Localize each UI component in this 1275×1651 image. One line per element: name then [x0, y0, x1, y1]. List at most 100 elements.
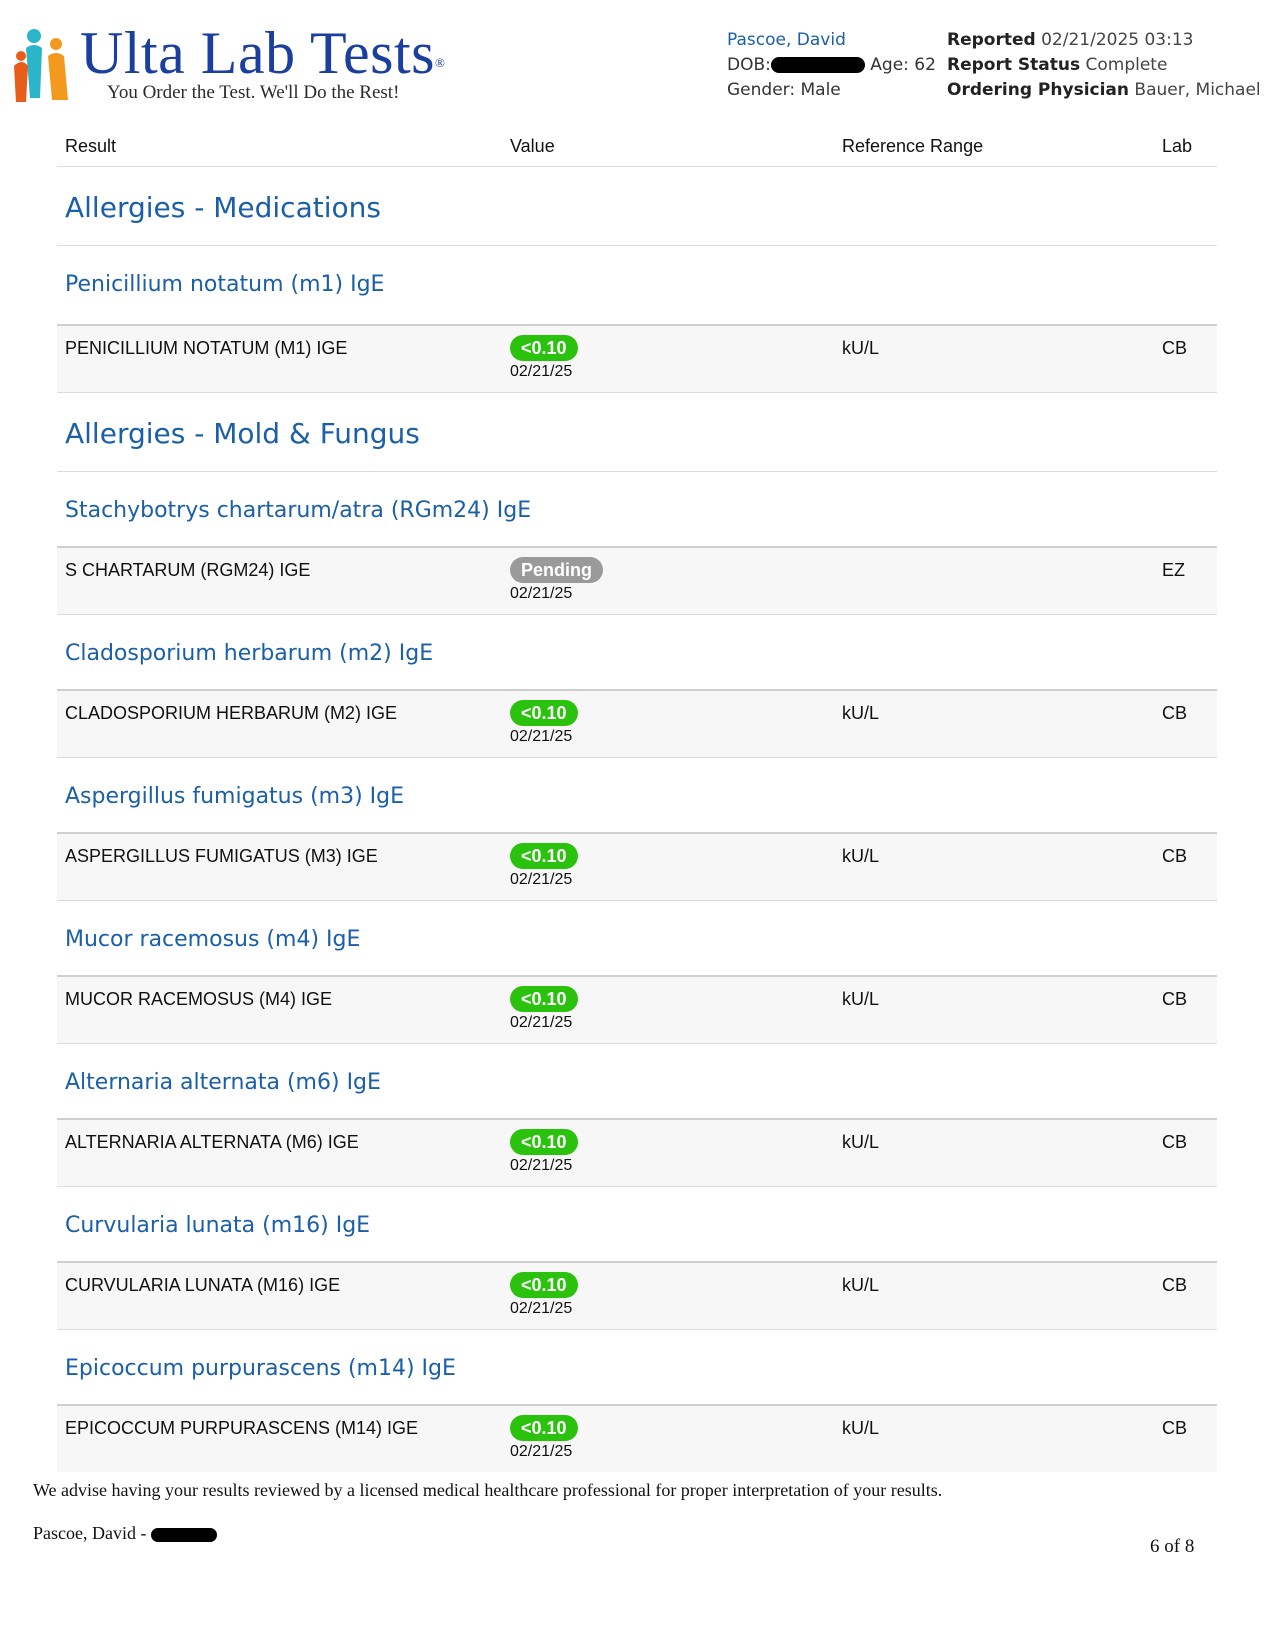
- panel-title: Aspergillus fumigatus (m3) IgE: [65, 784, 405, 809]
- reference-range: kU/L: [842, 703, 880, 723]
- status-line: Report Status Complete: [947, 53, 1261, 78]
- panel-title: Mucor racemosus (m4) IgE: [65, 927, 361, 952]
- panel-heading: Stachybotrys chartarum/atra (RGm24) IgE: [57, 472, 1217, 548]
- category-title: Allergies - Mold & Fungus: [65, 417, 420, 450]
- result-name: S CHARTARUM (RGM24) IGE: [65, 560, 311, 580]
- table-row: EPICOCCUM PURPURASCENS (M14) IGE <0.10 0…: [57, 1406, 1217, 1472]
- results-table: Result Value Reference Range Lab Allergi…: [57, 128, 1217, 1472]
- reference-range: kU/L: [842, 1132, 880, 1152]
- reported-value: 02/21/2025 03:13: [1041, 30, 1194, 50]
- column-value: Value: [510, 136, 555, 156]
- redacted-dob: [770, 57, 865, 73]
- reported-label: Reported: [947, 30, 1036, 50]
- value-badge: <0.10: [510, 1415, 578, 1441]
- result-date: 02/21/25: [510, 728, 573, 745]
- status-label: Report Status: [947, 55, 1081, 75]
- lab-code: CB: [1162, 989, 1188, 1009]
- age-value: 62: [914, 55, 936, 75]
- lab-code: CB: [1162, 1275, 1188, 1295]
- gender-label: Gender:: [727, 80, 796, 100]
- panel-title: Curvularia lunata (m16) IgE: [65, 1213, 371, 1238]
- table-row: S CHARTARUM (RGM24) IGE Pending 02/21/25…: [57, 548, 1217, 615]
- result-date: 02/21/25: [510, 1300, 573, 1317]
- panel-heading: Curvularia lunata (m16) IgE: [57, 1187, 1217, 1263]
- people-logo-icon: [14, 29, 68, 102]
- table-header: Result Value Reference Range Lab: [57, 128, 1217, 167]
- result-name: EPICOCCUM PURPURASCENS (M14) IGE: [65, 1418, 419, 1438]
- lab-code: EZ: [1162, 560, 1186, 580]
- reference-range: kU/L: [842, 1275, 880, 1295]
- result-name: ALTERNARIA ALTERNATA (M6) IGE: [65, 1132, 359, 1152]
- panel-title: Epicoccum purpurascens (m14) IgE: [65, 1356, 456, 1381]
- page-number: 6 of 8: [1150, 1536, 1195, 1557]
- result-date: 02/21/25: [510, 1157, 573, 1174]
- result-date: 02/21/25: [510, 585, 573, 602]
- physician-value: Bauer, Michael: [1134, 80, 1261, 100]
- patient-info: Pascoe, David DOB: Age: 62 Gender: Male: [727, 28, 936, 103]
- value-badge: <0.10: [510, 700, 578, 726]
- value-badge: <0.10: [510, 986, 578, 1012]
- reference-range: kU/L: [842, 989, 880, 1009]
- lab-code: CB: [1162, 703, 1188, 723]
- panel-heading: Alternaria alternata (m6) IgE: [57, 1044, 1217, 1120]
- logo-title: Ulta Lab Tests®: [80, 20, 446, 86]
- table-row: PENICILLIUM NOTATUM (M1) IGE <0.10 02/21…: [57, 326, 1217, 393]
- result-name: ASPERGILLUS FUMIGATUS (M3) IGE: [65, 846, 378, 866]
- value-badge: Pending: [510, 557, 603, 583]
- category-title: Allergies - Medications: [65, 191, 381, 224]
- column-reference-range: Reference Range: [842, 136, 984, 156]
- gender-line: Gender: Male: [727, 78, 936, 103]
- category-heading: Allergies - Medications: [57, 167, 1217, 246]
- lab-code: CB: [1162, 846, 1188, 866]
- panel-title: Alternaria alternata (m6) IgE: [65, 1070, 381, 1095]
- value-badge: <0.10: [510, 335, 578, 361]
- logo-tagline: You Order the Test. We'll Do the Rest!: [107, 82, 400, 103]
- table-row: ASPERGILLUS FUMIGATUS (M3) IGE <0.10 02/…: [57, 834, 1217, 901]
- panel-heading: Mucor racemosus (m4) IgE: [57, 901, 1217, 977]
- result-date: 02/21/25: [510, 1443, 573, 1460]
- table-row: CURVULARIA LUNATA (M16) IGE <0.10 02/21/…: [57, 1263, 1217, 1330]
- footer-patient: Pascoe, David -: [33, 1523, 217, 1544]
- panel-title: Cladosporium herbarum (m2) IgE: [65, 641, 434, 666]
- category-heading: Allergies - Mold & Fungus: [57, 393, 1217, 472]
- panel-heading: Cladosporium herbarum (m2) IgE: [57, 615, 1217, 691]
- footer-patient-name: Pascoe, David -: [33, 1523, 147, 1543]
- table-row: ALTERNARIA ALTERNATA (M6) IGE <0.10 02/2…: [57, 1120, 1217, 1187]
- physician-label: Ordering Physician: [947, 80, 1130, 100]
- age-label: Age:: [870, 55, 909, 75]
- column-lab: Lab: [1162, 136, 1193, 156]
- patient-name: Pascoe, David: [727, 30, 846, 50]
- panel-title: Penicillium notatum (m1) IgE: [65, 272, 385, 297]
- result-name: MUCOR RACEMOSUS (M4) IGE: [65, 989, 333, 1009]
- lab-code: CB: [1162, 1418, 1188, 1438]
- dob-line: DOB: Age: 62: [727, 53, 936, 78]
- value-badge: <0.10: [510, 843, 578, 869]
- result-date: 02/21/25: [510, 1014, 573, 1031]
- reference-range: kU/L: [842, 338, 880, 358]
- panel-title: Stachybotrys chartarum/atra (RGm24) IgE: [65, 498, 532, 523]
- gender-value: Male: [800, 80, 841, 100]
- result-name: CURVULARIA LUNATA (M16) IGE: [65, 1275, 341, 1295]
- result-date: 02/21/25: [510, 871, 573, 888]
- redacted-id: [150, 1527, 217, 1542]
- value-badge: <0.10: [510, 1272, 578, 1298]
- status-value: Complete: [1085, 55, 1168, 75]
- table-row: CLADOSPORIUM HERBARUM (M2) IGE <0.10 02/…: [57, 691, 1217, 758]
- result-name: CLADOSPORIUM HERBARUM (M2) IGE: [65, 703, 398, 723]
- panel-heading: Aspergillus fumigatus (m3) IgE: [57, 758, 1217, 834]
- reported-line: Reported 02/21/2025 03:13: [947, 28, 1261, 53]
- ulta-logo: Ulta Lab Tests® You Order the Test. We'l…: [12, 22, 472, 108]
- result-name: PENICILLIUM NOTATUM (M1) IGE: [65, 338, 348, 358]
- value-badge: <0.10: [510, 1129, 578, 1155]
- dob-label: DOB:: [727, 55, 771, 75]
- panel-heading: Penicillium notatum (m1) IgE: [57, 246, 1217, 326]
- result-date: 02/21/25: [510, 363, 573, 380]
- table-row: MUCOR RACEMOSUS (M4) IGE <0.10 02/21/25 …: [57, 977, 1217, 1044]
- column-result: Result: [65, 136, 117, 156]
- lab-code: CB: [1162, 338, 1188, 358]
- reference-range: kU/L: [842, 846, 880, 866]
- panel-heading: Epicoccum purpurascens (m14) IgE: [57, 1330, 1217, 1406]
- advice-text: We advise having your results reviewed b…: [33, 1480, 943, 1500]
- physician-line: Ordering Physician Bauer, Michael: [947, 78, 1261, 103]
- reference-range: kU/L: [842, 1418, 880, 1438]
